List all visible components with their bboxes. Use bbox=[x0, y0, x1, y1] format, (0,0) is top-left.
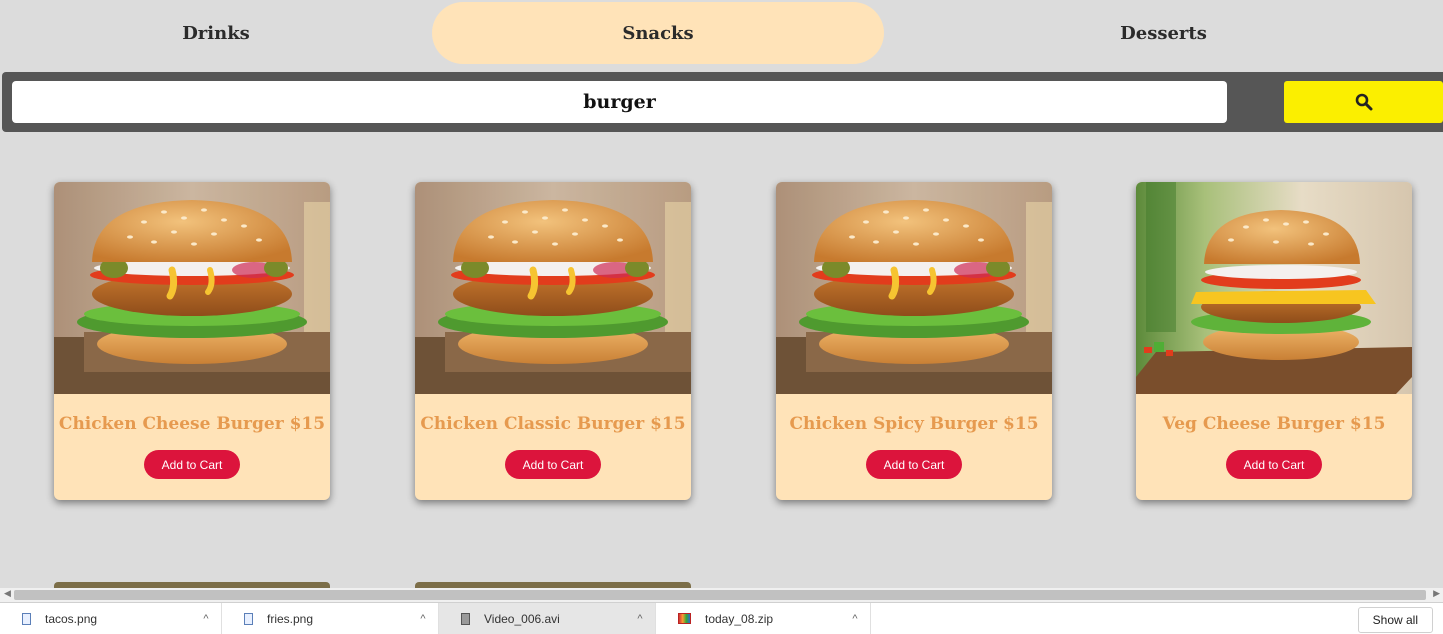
download-filename: Video_006.avi bbox=[484, 611, 560, 626]
product-card: Veg Cheese Burger $15 Add to Cart bbox=[1136, 182, 1412, 500]
download-item[interactable]: fries.png ^ bbox=[222, 603, 439, 634]
add-to-cart-button[interactable]: Add to Cart bbox=[505, 450, 601, 479]
search-icon bbox=[1355, 93, 1372, 111]
scroll-left-icon[interactable]: ◀ bbox=[4, 589, 11, 599]
chevron-up-icon[interactable]: ^ bbox=[625, 613, 655, 625]
search-bar bbox=[2, 72, 1443, 132]
download-filename: fries.png bbox=[267, 611, 314, 626]
chevron-up-icon[interactable]: ^ bbox=[840, 613, 870, 625]
search-button[interactable] bbox=[1284, 81, 1443, 123]
category-tabs: Drinks Snacks Desserts bbox=[0, 0, 1443, 66]
product-image bbox=[54, 182, 330, 394]
show-all-button[interactable]: Show all bbox=[1357, 607, 1433, 633]
product-image bbox=[415, 182, 691, 394]
image-file-icon bbox=[22, 612, 31, 625]
download-item[interactable]: tacos.png ^ bbox=[0, 603, 222, 634]
scrollbar-thumb[interactable] bbox=[14, 590, 1426, 600]
add-to-cart-button[interactable]: Add to Cart bbox=[144, 450, 240, 479]
chevron-up-icon[interactable]: ^ bbox=[191, 613, 221, 625]
search-input[interactable] bbox=[12, 81, 1227, 123]
tab-snacks[interactable]: Snacks bbox=[432, 2, 884, 64]
add-to-cart-button[interactable]: Add to Cart bbox=[866, 450, 962, 479]
tab-drinks[interactable]: Drinks bbox=[0, 2, 432, 64]
product-title: Chicken Cheese Burger $15 bbox=[58, 414, 326, 434]
download-item[interactable]: today_08.zip ^ bbox=[656, 603, 871, 634]
product-image bbox=[1136, 182, 1412, 394]
downloads-bar: tacos.png ^ fries.png ^ Video_006.avi ^ … bbox=[0, 602, 1443, 634]
tab-desserts[interactable]: Desserts bbox=[884, 2, 1443, 64]
horizontal-scrollbar[interactable]: ◀ ▶ bbox=[0, 588, 1443, 602]
download-filename: today_08.zip bbox=[705, 611, 774, 626]
product-card: Chicken Classic Burger $15 Add to Cart bbox=[415, 182, 691, 500]
product-title: Veg Cheese Burger $15 bbox=[1162, 414, 1386, 434]
scroll-right-icon[interactable]: ▶ bbox=[1433, 589, 1440, 599]
product-title: Chicken Spicy Burger $15 bbox=[789, 414, 1039, 434]
product-card: Chicken Cheese Burger $15 Add to Cart bbox=[54, 182, 330, 500]
product-title: Chicken Classic Burger $15 bbox=[420, 414, 686, 434]
image-file-icon bbox=[244, 612, 253, 625]
download-filename: tacos.png bbox=[45, 611, 98, 626]
product-card: Chicken Spicy Burger $15 Add to Cart bbox=[776, 182, 1052, 500]
chevron-up-icon[interactable]: ^ bbox=[408, 613, 438, 625]
video-file-icon bbox=[461, 612, 470, 625]
add-to-cart-button[interactable]: Add to Cart bbox=[1226, 450, 1322, 479]
download-item[interactable]: Video_006.avi ^ bbox=[439, 603, 656, 634]
zip-file-icon bbox=[678, 613, 691, 624]
product-image bbox=[776, 182, 1052, 394]
